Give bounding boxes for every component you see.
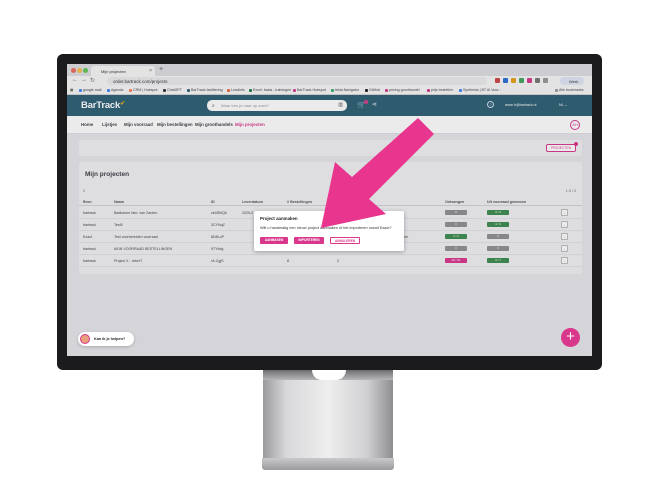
screen: Mijn projecten × + ← → ↻ order.bartrack.… <box>67 64 592 356</box>
dialog-title: Project aanmaken <box>260 216 298 221</box>
stand-cable-hole <box>312 370 346 380</box>
create-manual-button[interactable]: AANMAKEN <box>260 237 288 244</box>
chat-avatar <box>80 334 90 344</box>
add-fab-button[interactable]: + <box>561 328 580 347</box>
cancel-button[interactable]: ANNULEREN <box>330 237 360 244</box>
monitor-stand <box>263 370 393 460</box>
dialog-text: Wilt u handmatig een nieuw project aanma… <box>260 226 392 230</box>
stage: Mijn projecten × + ← → ↻ order.bartrack.… <box>0 0 670 502</box>
create-project-dialog: Project aanmaken Wilt u handmatig een ni… <box>254 211 404 251</box>
modal-backdrop[interactable] <box>67 64 592 356</box>
monitor-foot <box>262 458 394 470</box>
import-button[interactable]: IMPORTEREN <box>294 237 324 244</box>
chat-label: Kan ik je helpen? <box>94 337 126 341</box>
chat-widget[interactable]: Kan ik je helpen? <box>78 332 134 346</box>
